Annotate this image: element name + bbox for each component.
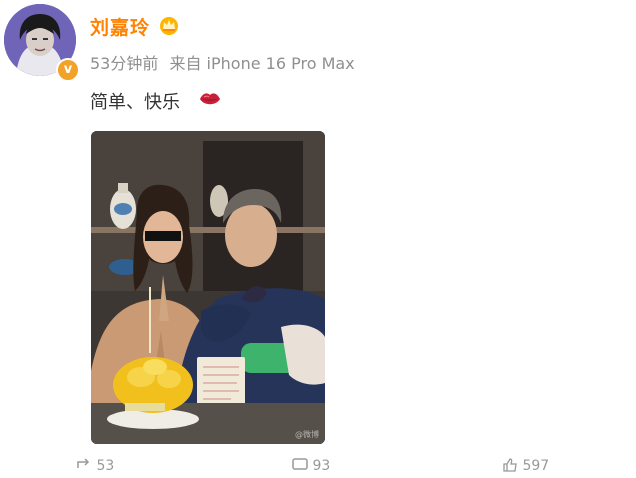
post-source: 来自 iPhone 16 Pro Max bbox=[169, 54, 355, 73]
comment-icon bbox=[292, 458, 308, 470]
comment-count: 93 bbox=[312, 458, 331, 474]
like-button[interactable]: 597 bbox=[502, 458, 549, 474]
post-meta: 53分钟前 来自 iPhone 16 Pro Max bbox=[90, 50, 361, 74]
like-count: 597 bbox=[522, 458, 550, 474]
lips-emoji-icon bbox=[200, 93, 220, 105]
action-bar: 53 93 597 bbox=[70, 458, 630, 478]
post-text: 简单、快乐 bbox=[90, 92, 180, 113]
photo-watermark: @微博 bbox=[295, 430, 319, 439]
repost-count: 53 bbox=[96, 458, 115, 474]
author-name[interactable]: 刘嘉玲 bbox=[90, 13, 150, 40]
vip-crown-icon[interactable] bbox=[158, 14, 180, 36]
repost-icon bbox=[77, 458, 90, 468]
like-icon bbox=[503, 458, 517, 472]
verified-badge-icon: v bbox=[56, 58, 80, 82]
post-photo[interactable]: @微博 bbox=[91, 131, 325, 444]
comment-button[interactable]: 93 bbox=[292, 458, 330, 474]
repost-button[interactable]: 53 bbox=[76, 458, 114, 474]
post-time[interactable]: 53分钟前 bbox=[90, 54, 158, 73]
